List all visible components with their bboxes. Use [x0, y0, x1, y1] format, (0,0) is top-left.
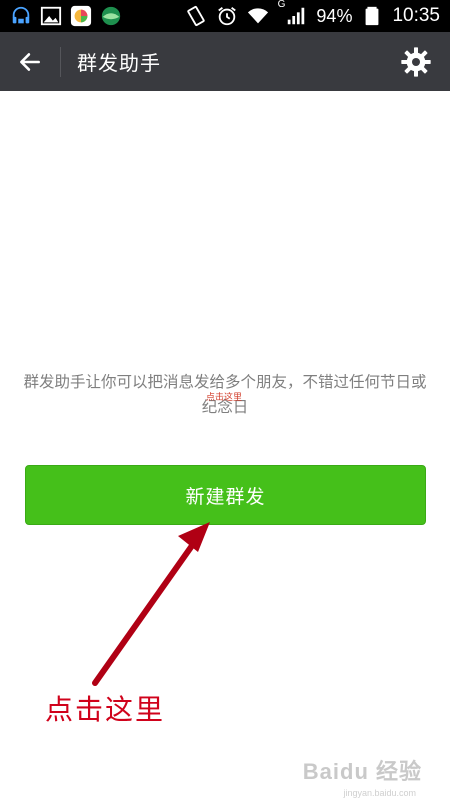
arrow-head	[178, 522, 210, 552]
page-title: 群发助手	[77, 51, 161, 75]
battery-icon	[366, 6, 379, 26]
gear-icon	[401, 47, 431, 77]
arrow-shaft	[92, 537, 199, 686]
signal-icon	[288, 7, 305, 25]
network-type: G	[277, 0, 286, 10]
clock-time: 10:35	[392, 5, 440, 26]
arrow-left-icon	[20, 52, 40, 71]
new-broadcast-button-label: 新建群发	[185, 485, 266, 508]
status-right-icons: G 94% 10:35	[185, 0, 440, 27]
new-broadcast-button[interactable]: 新建群发	[25, 465, 426, 525]
battery-percent: 94%	[316, 5, 353, 26]
alarm-icon	[217, 7, 236, 26]
app-bar: 群发助手	[0, 32, 450, 91]
headset-icon	[12, 6, 30, 24]
status-bar: G 94% 10:35	[0, 0, 450, 32]
vibrate-icon	[186, 5, 205, 27]
watermark-logo: Baidu 经验	[302, 759, 422, 784]
signal-group: G	[278, 0, 308, 27]
image-icon	[40, 6, 62, 26]
browser-icon	[101, 6, 121, 26]
settings-button[interactable]	[400, 46, 432, 78]
tiny-annotation-label: 点击这里	[206, 393, 243, 403]
status-left-icons	[10, 5, 122, 27]
watermark-url: jingyan.baidu.com	[343, 788, 416, 798]
app-bar-divider	[60, 46, 61, 77]
app-icon	[70, 5, 92, 27]
annotation-label: 点击这里	[45, 693, 166, 726]
back-button[interactable]	[0, 32, 60, 91]
wifi-icon	[247, 8, 268, 24]
